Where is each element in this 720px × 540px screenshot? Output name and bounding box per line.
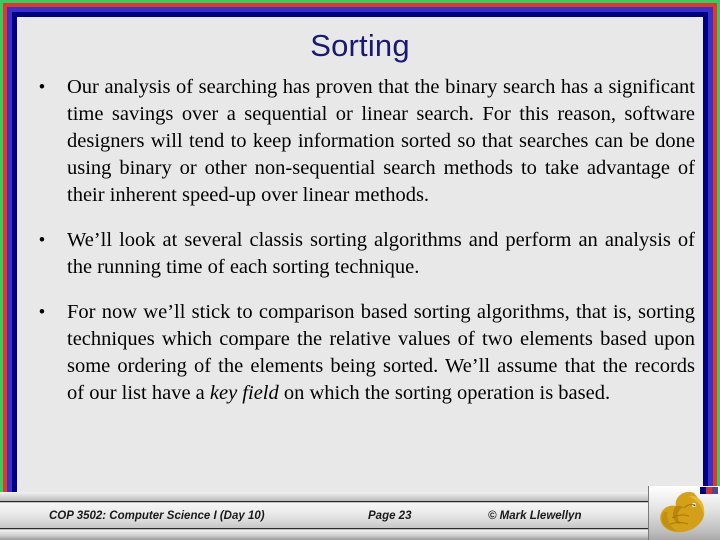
bullet-item: • We’ll look at several classis sorting … [17, 227, 703, 281]
bullet-list: • Our analysis of searching has proven t… [17, 74, 703, 407]
bullet-text-emphasis: key field [209, 382, 279, 404]
ucf-pegasus-logo [648, 486, 720, 540]
pegasus-icon [660, 492, 705, 533]
bullet-text-segment: on which the sorting operation is based. [278, 382, 611, 404]
bullet-text: For now we’ll stick to comparison based … [67, 299, 703, 407]
bullet-marker-icon: • [38, 302, 46, 323]
footer-band-bottom [0, 530, 720, 540]
bullet-item: • For now we’ll stick to comparison base… [17, 299, 703, 407]
slide-footer: COP 3502: Computer Science I (Day 10) Pa… [0, 492, 720, 540]
footer-page-number: Page 23 [368, 510, 412, 522]
bullet-item: • Our analysis of searching has proven t… [17, 74, 703, 209]
slide-content-area: Sorting • Our analysis of searching has … [17, 17, 703, 490]
presentation-slide: Sorting • Our analysis of searching has … [0, 0, 720, 540]
footer-copyright: © Mark Llewellyn [488, 510, 582, 522]
slide-title: Sorting [310, 28, 410, 63]
bullet-text-segment: We’ll look at several classis sorting al… [67, 229, 695, 278]
bullet-text: Our analysis of searching has proven tha… [67, 74, 703, 209]
footer-course-label: COP 3502: Computer Science I (Day 10) [49, 510, 265, 522]
bullet-marker-icon: • [38, 77, 46, 98]
bullet-marker-icon: • [38, 230, 46, 251]
bullet-text-segment: Our analysis of searching has proven tha… [67, 76, 695, 206]
bullet-text: We’ll look at several classis sorting al… [67, 227, 703, 281]
footer-band-top [0, 492, 720, 502]
